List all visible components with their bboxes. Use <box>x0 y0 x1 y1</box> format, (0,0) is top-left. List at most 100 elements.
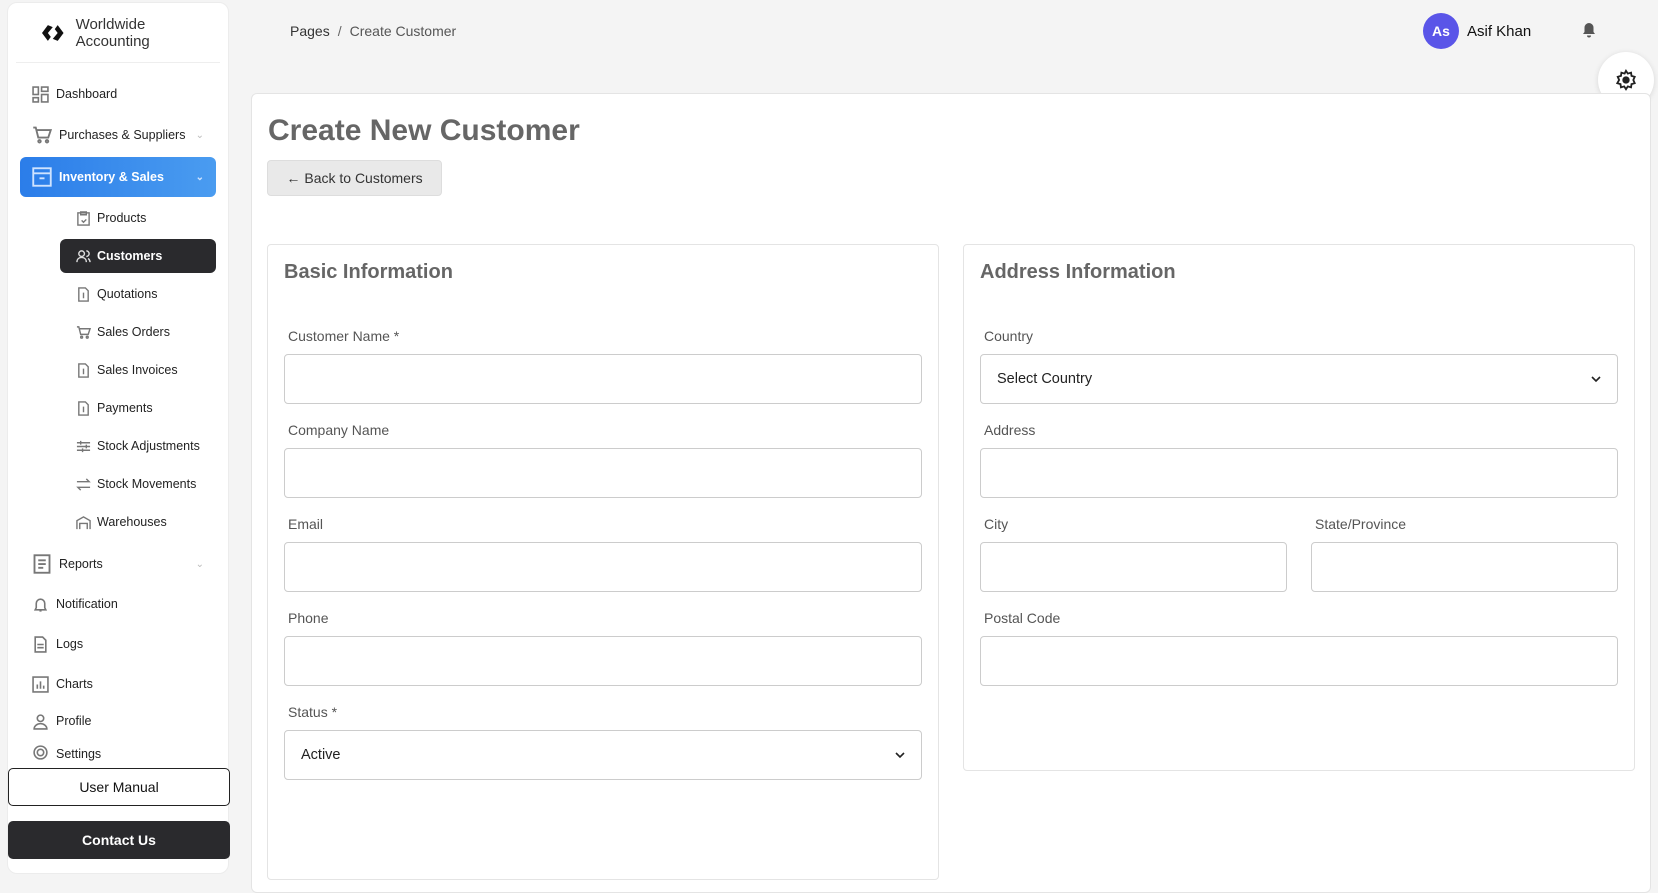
gear-icon <box>1615 69 1636 91</box>
subitem-label: Sales Orders <box>97 325 170 339</box>
contact-us-button[interactable]: Contact Us <box>8 821 230 859</box>
notification-button[interactable] <box>1582 22 1596 43</box>
city-label: City <box>984 516 1009 532</box>
basic-information-panel: Basic Information Customer Name * Compan… <box>267 244 939 880</box>
sidebar-item-label: Reports <box>59 557 103 571</box>
subitem-label: Stock Adjustments <box>97 439 200 453</box>
chart-icon <box>32 675 49 693</box>
country-select[interactable]: Select Country <box>980 354 1618 404</box>
address-information-title: Address Information <box>980 261 1176 283</box>
sidebar-subitem-sales-orders[interactable]: Sales Orders <box>60 315 216 349</box>
city-input[interactable] <box>980 542 1287 592</box>
sliders-icon <box>76 440 91 452</box>
address-information-panel: Address Information Country Select Countr… <box>963 244 1635 771</box>
sidebar-item-label: Purchases & Suppliers <box>59 128 186 142</box>
sidebar-item-profile[interactable]: Profile <box>20 705 216 737</box>
sidebar: Worldwide Accounting Dashboard Purchases… <box>7 2 230 874</box>
company-name-input[interactable] <box>284 448 922 498</box>
gear-icon <box>33 745 48 760</box>
address-label: Address <box>984 422 1036 438</box>
customer-name-input[interactable] <box>284 354 922 404</box>
sidebar-subitem-stock-movements[interactable]: Stock Movements <box>60 467 216 501</box>
breadcrumb-separator: / <box>337 23 342 39</box>
bell-icon <box>33 597 48 612</box>
status-value: Active <box>301 747 341 763</box>
arrows-exchange-icon <box>76 477 91 491</box>
sidebar-item-label: Notification <box>56 597 118 611</box>
subitem-label: Customers <box>97 249 163 263</box>
subitem-label: Payments <box>97 401 153 415</box>
postal-code-input[interactable] <box>980 636 1618 686</box>
warehouse-icon <box>76 515 91 529</box>
brand[interactable]: Worldwide Accounting <box>16 3 220 63</box>
breadcrumb-current: Create Customer <box>349 23 457 39</box>
sidebar-item-reports[interactable]: Reports ⌄ <box>20 545 216 583</box>
chevron-down-icon <box>895 752 905 759</box>
breadcrumb: Pages / Create Customer <box>290 23 456 39</box>
sidebar-item-inventory-sales[interactable]: Inventory & Sales ⌄ <box>20 157 216 197</box>
address-input[interactable] <box>980 448 1618 498</box>
subitem-label: Products <box>97 211 147 225</box>
back-label: Back to Customers <box>304 170 423 186</box>
state-input[interactable] <box>1311 542 1618 592</box>
page-title: Create New Customer <box>268 114 580 147</box>
archive-icon <box>32 167 52 187</box>
sidebar-subitem-sales-invoices[interactable]: Sales Invoices <box>60 353 216 387</box>
sidebar-subitem-stock-adjustments[interactable]: Stock Adjustments <box>60 429 216 463</box>
company-name-label: Company Name <box>288 422 390 438</box>
dashboard-icon <box>32 85 49 103</box>
document-dollar-icon <box>78 400 89 416</box>
status-label: Status * <box>288 704 338 720</box>
sidebar-subitem-payments[interactable]: Payments <box>60 391 216 425</box>
avatar: As <box>1423 13 1459 49</box>
cart-icon <box>33 126 52 144</box>
arrow-left-icon: ← <box>286 170 301 186</box>
subitem-label: Quotations <box>97 287 158 301</box>
sidebar-item-label: Inventory & Sales <box>59 170 164 184</box>
back-to-customers-button[interactable]: ← Back to Customers <box>267 160 442 196</box>
document-dollar-icon <box>78 286 89 302</box>
create-customer-card: Create New Customer ← Back to Customers B… <box>251 93 1651 893</box>
customer-name-label: Customer Name * <box>288 328 400 344</box>
chevron-down-icon <box>1591 376 1601 383</box>
user-icon <box>33 713 48 730</box>
sidebar-subitem-products[interactable]: Products <box>60 201 216 235</box>
sidebar-subitem-quotations[interactable]: Quotations <box>60 277 216 311</box>
sidebar-subitem-customers[interactable]: Customers <box>60 239 216 273</box>
logo-icon <box>42 24 64 41</box>
bell-icon <box>1583 23 1595 38</box>
country-value: Select Country <box>997 371 1093 387</box>
basic-information-title: Basic Information <box>284 261 453 283</box>
sidebar-item-label: Charts <box>56 677 93 691</box>
phone-label: Phone <box>288 610 329 626</box>
user-menu[interactable]: As Asif Khan <box>1423 13 1531 49</box>
sidebar-item-label: Dashboard <box>56 87 118 101</box>
state-label: State/Province <box>1315 516 1407 532</box>
sidebar-item-label: Settings <box>56 747 102 761</box>
breadcrumb-pages[interactable]: Pages <box>290 23 330 39</box>
sidebar-item-notification[interactable]: Notification <box>20 585 216 623</box>
sidebar-item-purchases[interactable]: Purchases & Suppliers ⌄ <box>20 115 216 155</box>
users-icon <box>76 249 91 262</box>
report-icon <box>33 554 51 574</box>
sidebar-item-label: Logs <box>56 637 84 651</box>
phone-input[interactable] <box>284 636 922 686</box>
sidebar-subitem-warehouses[interactable]: Warehouses <box>60 505 216 539</box>
sidebar-item-charts[interactable]: Charts <box>20 665 216 703</box>
subitem-label: Warehouses <box>97 515 167 529</box>
cart-icon <box>76 325 91 339</box>
chevron-down-icon: ⌄ <box>195 171 204 183</box>
chevron-down-icon: ⌄ <box>195 129 204 141</box>
sidebar-item-settings[interactable]: Settings <box>20 739 216 761</box>
email-input[interactable] <box>284 542 922 592</box>
sidebar-item-logs[interactable]: Logs <box>20 625 216 663</box>
sidebar-item-dashboard[interactable]: Dashboard <box>20 75 216 113</box>
country-label: Country <box>984 328 1034 344</box>
clipboard-check-icon <box>77 210 90 226</box>
user-manual-button[interactable]: User Manual <box>8 768 230 806</box>
user-name: Asif Khan <box>1467 22 1532 40</box>
document-icon <box>34 635 47 653</box>
chevron-down-icon: ⌄ <box>195 558 204 570</box>
status-select[interactable]: Active <box>284 730 922 780</box>
brand-name: Worldwide Accounting <box>75 15 150 50</box>
